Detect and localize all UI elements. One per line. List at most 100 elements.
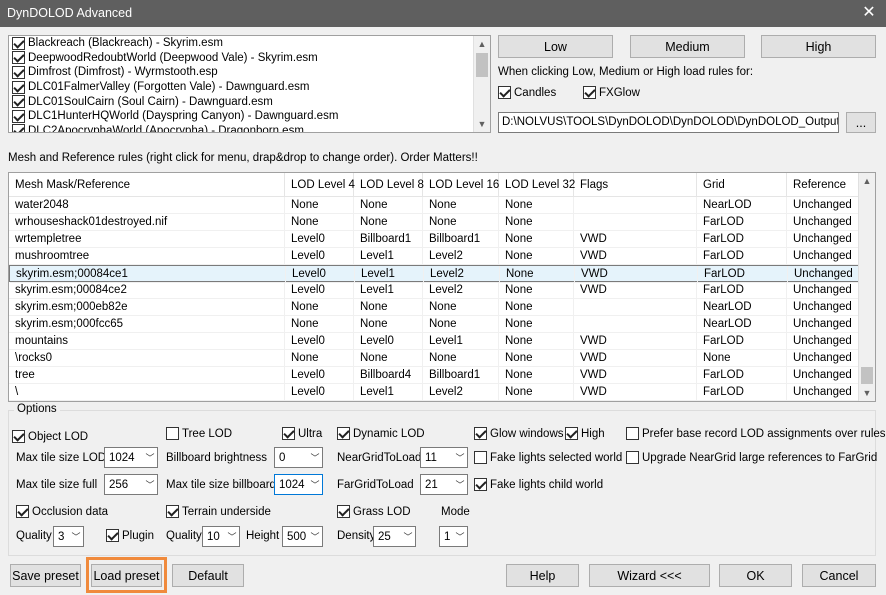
table-row[interactable]: skyrim.esm;00084ce1 Level0 Level1 Level2 Non… <box>9 265 860 283</box>
worldspace-label: Blackreach (Blackreach) - Skyrim.esm <box>28 37 223 50</box>
fake-lights-selected-checkbox[interactable]: Fake lights selected world <box>474 451 622 464</box>
billboard-brightness-select[interactable]: 0 ﹀ <box>274 447 323 468</box>
candles-checkbox[interactable]: Candles <box>498 86 556 99</box>
object-lod-checkbox[interactable]: Object LOD <box>12 430 88 443</box>
fxglow-check-icon <box>583 86 596 99</box>
dynamic-lod-checkbox[interactable]: Dynamic LOD <box>337 427 425 440</box>
height-select[interactable]: 500 ﹀ <box>282 526 323 547</box>
column-header[interactable]: Flags <box>574 173 697 197</box>
max-tile-size-lod-select[interactable]: 1024 ﹀ <box>104 447 158 468</box>
browse-button[interactable]: ... <box>846 112 876 133</box>
close-icon[interactable]: ✕ <box>860 3 878 23</box>
column-header[interactable]: Reference <box>787 173 859 197</box>
worldspace-item[interactable]: DLC01FalmerValley (Forgotten Vale) - Daw… <box>9 80 490 95</box>
worldspace-check-icon[interactable] <box>12 124 25 132</box>
grid-scrollbar[interactable]: ▲ ▼ <box>858 173 875 401</box>
table-row[interactable]: mountains Level0 Level0 Level1 None VWD FarLOD… <box>9 333 859 350</box>
table-cell: VWD <box>574 231 697 248</box>
worldspace-check-icon[interactable] <box>12 36 25 50</box>
table-row[interactable]: \rocks0 None None None None VWD None Unchanged <box>9 350 859 367</box>
fxglow-checkbox[interactable]: FXGlow <box>583 86 640 99</box>
table-row[interactable]: skyrim.esm;000fcc65 None None None None NearL… <box>9 316 859 333</box>
worldspace-item[interactable]: DLC1HunterHQWorld (Dayspring Canyon) - D… <box>9 109 490 124</box>
table-row[interactable]: mushroomtree Level0 Level1 Level2 None VWD Far… <box>9 248 859 265</box>
table-cell <box>574 197 697 214</box>
help-button[interactable]: Help <box>506 564 579 587</box>
max-tile-size-billboard-select[interactable]: 1024 ﹀ <box>274 474 323 495</box>
grid-scroll-down-icon[interactable]: ▼ <box>859 385 875 401</box>
cancel-button[interactable]: Cancel <box>802 564 876 587</box>
upgrade-neargrid-checkbox[interactable]: Upgrade NearGrid large references to Far… <box>626 451 877 464</box>
low-button[interactable]: Low <box>498 35 613 58</box>
high-checkbox[interactable]: High <box>565 427 605 440</box>
ultra-checkbox[interactable]: Ultra <box>282 427 322 440</box>
terrain-quality-select[interactable]: 10 ﹀ <box>202 526 240 547</box>
density-value: 25 <box>378 530 391 543</box>
far-grid-select[interactable]: 21 ﹀ <box>420 474 468 495</box>
column-header[interactable]: LOD Level 4 <box>285 173 355 197</box>
table-cell: FarLOD <box>697 214 787 231</box>
column-header[interactable]: LOD Level 8 <box>354 173 424 197</box>
chevron-down-icon: ﹀ <box>310 532 320 542</box>
tree-lod-check-icon <box>166 427 179 440</box>
mode-select[interactable]: 1 ﹀ <box>439 526 468 547</box>
column-header[interactable]: LOD Level 32 <box>499 173 575 197</box>
grass-lod-checkbox[interactable]: Grass LOD <box>337 505 411 518</box>
grid-scroll-up-icon[interactable]: ▲ <box>859 173 875 189</box>
wizard-button[interactable]: Wizard <<< <box>589 564 710 587</box>
table-row[interactable]: wrhouseshack01destroyed.nif None None None N… <box>9 214 859 231</box>
table-cell: Level0 <box>285 282 354 299</box>
grid-header: Mesh Mask/Reference LOD Level 4 LOD Level … <box>9 173 859 197</box>
ok-button[interactable]: OK <box>719 564 792 587</box>
tree-lod-checkbox[interactable]: Tree LOD <box>166 427 232 440</box>
occlusion-quality-select[interactable]: 3 ﹀ <box>53 526 84 547</box>
terrain-underside-checkbox[interactable]: Terrain underside <box>166 505 271 518</box>
table-cell: None <box>499 299 574 316</box>
near-grid-select[interactable]: 11 ﹀ <box>420 447 468 468</box>
rules-grid[interactable]: Mesh Mask/Reference LOD Level 4 LOD Level … <box>8 172 876 402</box>
table-row[interactable]: \ Level0 Level1 Level2 None VWD FarLOD Unchange… <box>9 384 859 401</box>
column-header[interactable]: Mesh Mask/Reference <box>9 173 285 197</box>
table-row[interactable]: skyrim.esm;000eb82e None None None None NearL… <box>9 299 859 316</box>
occlusion-data-checkbox[interactable]: Occlusion data <box>16 505 108 518</box>
worldspace-list[interactable]: Blackreach (Blackreach) - Skyrim.esm Deep… <box>8 35 491 133</box>
worldspace-item[interactable]: Dimfrost (Dimfrost) - Wyrmstooth.esp <box>9 65 490 80</box>
table-row[interactable]: tree Level0 Billboard4 Billboard1 None VWD Far… <box>9 367 859 384</box>
scroll-up-icon[interactable]: ▲ <box>474 36 490 52</box>
save-preset-button[interactable]: Save preset <box>10 564 81 587</box>
worldspace-check-icon[interactable] <box>12 51 25 65</box>
column-header[interactable]: LOD Level 16 <box>423 173 499 197</box>
worldspace-item[interactable]: DLC2ApocryphaWorld (Apocrypha) - Dragonb… <box>9 124 490 132</box>
glow-windows-checkbox[interactable]: Glow windows <box>474 427 564 440</box>
fake-lights-child-checkbox[interactable]: Fake lights child world <box>474 478 603 491</box>
plugin-checkbox[interactable]: Plugin <box>106 529 154 542</box>
worldspace-scrollbar[interactable]: ▲ ▼ <box>473 36 490 132</box>
density-select[interactable]: 25 ﹀ <box>373 526 416 547</box>
max-tile-size-full-value: 256 <box>109 478 129 491</box>
table-row[interactable]: water2048 None None None None NearLOD Unchange… <box>9 197 859 214</box>
high-button[interactable]: High <box>761 35 876 58</box>
table-row[interactable]: skyrim.esm;00084ce2 Level0 Level1 Level2 Non… <box>9 282 859 299</box>
title-bar: DynDOLOD Advanced ✕ <box>0 0 886 27</box>
default-button[interactable]: Default <box>172 564 244 587</box>
column-header[interactable]: Grid <box>697 173 787 197</box>
table-row[interactable]: wrtempletree Level0 Billboard1 Billboard1 No… <box>9 231 859 248</box>
scroll-thumb[interactable] <box>476 53 488 77</box>
table-cell: wrhouseshack01destroyed.nif <box>9 214 285 231</box>
output-path-field[interactable]: D:\NOLVUS\TOOLS\DynDOLOD\DynDOLOD\DynDOL… <box>498 112 839 133</box>
worldspace-check-icon[interactable] <box>12 65 25 79</box>
worldspace-item[interactable]: DeepwoodRedoubtWorld (Deepwood Vale) - S… <box>9 51 490 66</box>
worldspace-check-icon[interactable] <box>12 80 25 94</box>
max-tile-size-full-select[interactable]: 256 ﹀ <box>104 474 158 495</box>
table-cell: FarLOD <box>697 384 787 401</box>
worldspace-item[interactable]: DLC01SoulCairn (Soul Cairn) - Dawnguard.… <box>9 94 490 109</box>
worldspace-label: DLC01FalmerValley (Forgotten Vale) - Daw… <box>28 81 310 94</box>
worldspace-check-icon[interactable] <box>12 95 25 109</box>
prefer-base-checkbox[interactable]: Prefer base record LOD assignments over … <box>626 427 886 440</box>
medium-button[interactable]: Medium <box>630 35 745 58</box>
scroll-down-icon[interactable]: ▼ <box>474 116 490 132</box>
worldspace-check-icon[interactable] <box>12 109 25 123</box>
grid-scroll-thumb[interactable] <box>861 367 873 384</box>
tree-lod-label: Tree LOD <box>182 427 233 440</box>
worldspace-item[interactable]: Blackreach (Blackreach) - Skyrim.esm <box>9 36 490 51</box>
